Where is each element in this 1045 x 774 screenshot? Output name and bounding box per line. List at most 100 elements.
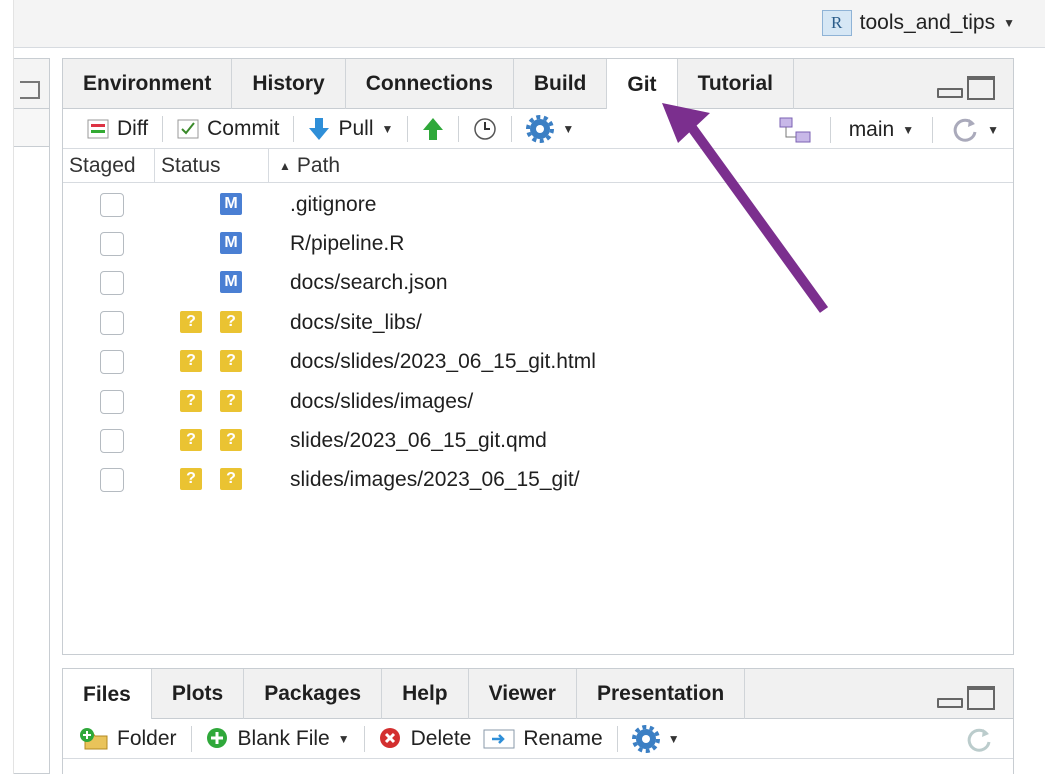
new-folder-icon [80,727,108,749]
file-row[interactable]: ?? slides/images/2023_06_15_git/ [63,461,1013,500]
tab-files[interactable]: Files [63,669,152,720]
git-toolbar: Diff Commit Pull ▼ ▼ main ▼ ▼ [63,109,1013,149]
project-menu[interactable]: R tools_and_tips ▼ [821,10,1015,36]
refresh-button[interactable]: ▼ [945,113,1005,147]
diff-button[interactable]: Diff [81,112,154,146]
pull-button[interactable]: Pull ▼ [302,112,399,146]
delete-button[interactable]: Delete [373,722,478,756]
tab-history[interactable]: History [232,59,346,109]
project-name: tools_and_tips [859,11,996,34]
refresh-files-button[interactable] [959,723,999,757]
file-path[interactable]: docs/slides/images/ [290,390,473,414]
tab-environment[interactable]: Environment [63,59,233,109]
file-row[interactable]: ?? docs/slides/2023_06_15_git.html [63,343,1013,382]
commit-checkbox-icon [177,119,199,138]
git-pane: Environment History Connections Build Gi… [62,58,1014,655]
pane-restore-icon[interactable] [20,81,40,99]
branch-name: main [848,118,895,141]
push-button[interactable] [416,112,450,146]
rename-button[interactable]: Rename [477,722,608,756]
tab-connections[interactable]: Connections [346,59,514,109]
status-cell: ?? [180,310,290,335]
file-path[interactable]: slides/2023_06_15_git.qmd [290,429,547,453]
tab-packages[interactable]: Packages [244,669,383,719]
chevron-down-icon: ▼ [902,123,915,137]
status-column-header[interactable]: Status [155,149,269,182]
tab-presentation[interactable]: Presentation [577,669,746,719]
gear-icon [526,114,555,143]
minimize-pane-icon[interactable] [937,88,963,98]
staged-column-header[interactable]: Staged [63,149,155,182]
untracked-badge: ? [180,350,202,373]
blank-file-button[interactable]: Blank File ▼ [200,722,356,756]
tab-viewer[interactable]: Viewer [469,669,577,719]
staged-checkbox[interactable] [100,429,124,454]
chevron-down-icon[interactable]: ▼ [382,122,394,136]
chevron-down-icon: ▼ [987,123,999,137]
gear-icon [631,724,660,753]
r-project-icon: R [821,10,852,36]
file-path[interactable]: docs/slides/2023_06_15_git.html [290,350,596,374]
status-cell: ?? [180,350,290,374]
new-folder-button[interactable]: Folder [73,722,183,756]
file-row[interactable]: Mdocs/search.json [63,264,1013,303]
status-cell: M [180,271,290,295]
more-files-button[interactable]: ▼ [626,722,686,756]
clock-icon [474,117,497,140]
untracked-badge: ? [220,310,242,333]
diff-icon [87,119,109,138]
file-list-header: Staged Status ▲ Path [63,149,1013,183]
branch-selector[interactable]: main ▼ [843,113,920,147]
maximize-pane-icon[interactable] [967,76,995,100]
untracked-badge: ? [180,429,202,452]
staged-checkbox[interactable] [100,389,124,414]
file-path[interactable]: slides/images/2023_06_15_git/ [290,468,580,492]
tab-build[interactable]: Build [514,59,608,109]
path-column-label: Path [296,153,341,177]
staged-checkbox[interactable] [100,271,124,296]
maximize-pane-icon[interactable] [967,686,995,710]
file-path[interactable]: .gitignore [290,193,376,217]
folder-label: Folder [117,726,177,750]
untracked-badge: ? [220,429,242,452]
tab-help[interactable]: Help [382,669,469,719]
window-left-edge [0,0,14,774]
staged-checkbox[interactable] [100,350,124,375]
tab-git[interactable]: Git [607,59,678,110]
file-path[interactable]: docs/search.json [290,271,448,295]
staged-checkbox[interactable] [100,310,124,335]
modified-badge: M [220,271,242,294]
staged-checkbox[interactable] [100,192,124,217]
file-path[interactable]: docs/site_libs/ [290,311,422,335]
branch-icon [779,117,811,143]
more-button[interactable]: ▼ [520,112,580,146]
commit-button[interactable]: Commit [171,112,285,146]
file-row[interactable]: M R/pipeline.R [63,224,1013,263]
pane-tabs: Files Plots Packages Help Viewer Present… [63,669,1013,720]
status-cell: M [180,232,290,256]
refresh-icon [967,728,991,752]
tab-plots[interactable]: Plots [152,669,245,719]
history-button[interactable] [467,112,503,146]
chevron-down-icon: ▼ [562,121,575,136]
chevron-down-icon: ▼ [667,731,680,746]
staged-checkbox[interactable] [100,232,124,257]
status-cell: ?? [180,429,290,453]
push-arrow-icon [423,117,444,140]
delete-icon [379,727,400,748]
add-file-icon [206,727,227,748]
file-row[interactable]: ?? docs/slides/images/ [63,382,1013,421]
path-column-header[interactable]: ▲ Path [269,149,1013,182]
tab-tutorial[interactable]: Tutorial [678,59,795,109]
file-list: M .gitignore M R/pipeline.R Mdocs/search.jso… [63,183,1013,500]
file-row[interactable]: ?? slides/2023_06_15_git.qmd [63,421,1013,460]
file-row[interactable]: M .gitignore [63,185,1013,224]
status-cell: M [180,192,290,217]
file-row[interactable]: ?? docs/site_libs/ [63,303,1013,342]
top-bar: R tools_and_tips ▼ [0,0,1045,48]
minimize-pane-icon[interactable] [937,698,963,708]
staged-checkbox[interactable] [100,468,124,493]
new-branch-button[interactable] [772,113,818,147]
rename-label: Rename [523,726,603,750]
file-path[interactable]: R/pipeline.R [290,232,404,256]
